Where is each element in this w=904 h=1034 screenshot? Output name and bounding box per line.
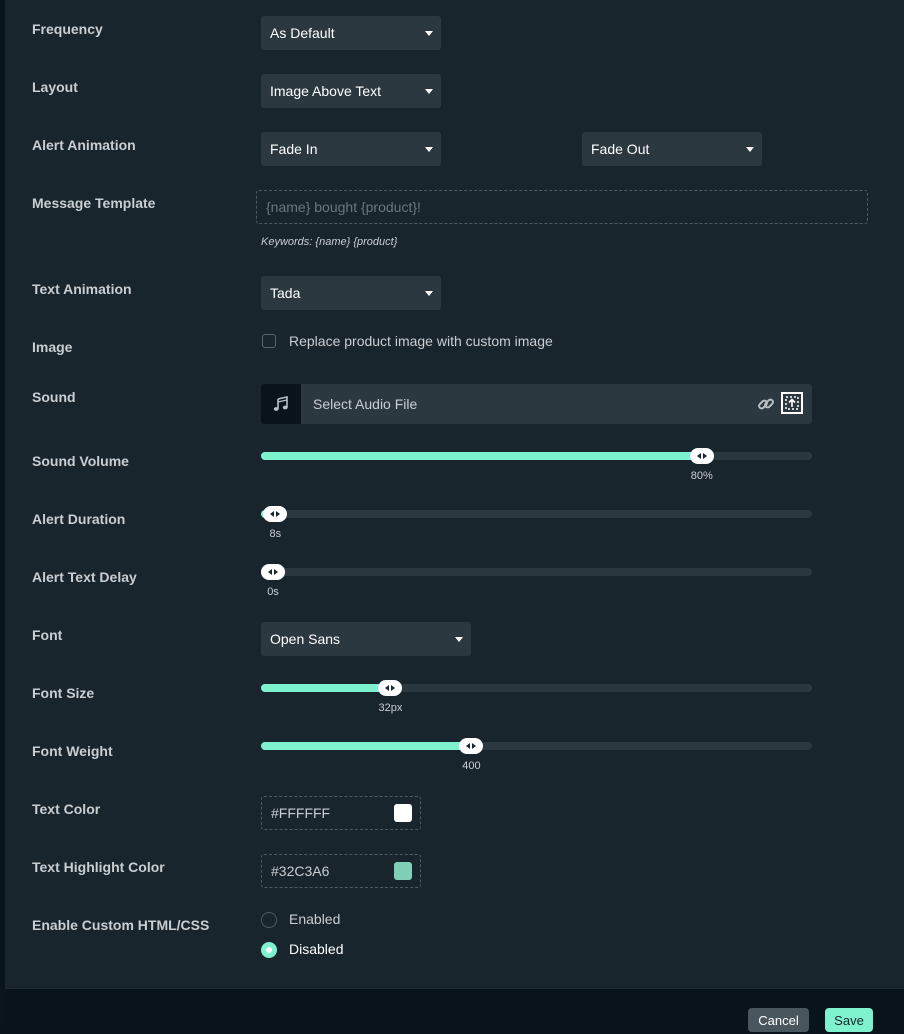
radio-disabled-label[interactable]: Disabled	[289, 941, 343, 957]
caret-down-icon	[455, 637, 463, 642]
cancel-button[interactable]: Cancel	[748, 1008, 809, 1032]
sound-placeholder: Select Audio File	[313, 396, 418, 412]
label-text-highlight-color: Text Highlight Color	[32, 859, 165, 875]
text-highlight-color-swatch[interactable]	[394, 862, 412, 880]
animation-in-select-value: Fade In	[270, 141, 318, 157]
music-note-icon	[261, 384, 301, 424]
slider-thumb[interactable]	[261, 564, 285, 580]
label-layout: Layout	[32, 79, 78, 95]
message-template-input[interactable]: {name} bought {product}!	[256, 190, 868, 224]
save-button[interactable]: Save	[825, 1008, 873, 1032]
slider-thumb[interactable]	[378, 680, 403, 696]
label-font: Font	[32, 627, 63, 643]
text-animation-select[interactable]: Tada	[261, 276, 441, 310]
alert-settings-panel	[5, 0, 904, 988]
label-custom-html-css: Enable Custom HTML/CSS	[32, 917, 210, 933]
slider-fill	[261, 742, 472, 750]
animation-in-select[interactable]: Fade In	[261, 132, 441, 166]
frequency-select-value: As Default	[270, 25, 335, 41]
label-font-size: Font Size	[32, 685, 95, 701]
text-highlight-color-input[interactable]: #32C3A6	[261, 854, 421, 888]
caret-down-icon	[425, 31, 433, 36]
text-color-input[interactable]: #FFFFFF	[261, 796, 421, 830]
slider-value: 400	[462, 760, 481, 772]
label-text-animation: Text Animation	[32, 281, 132, 297]
caret-down-icon	[425, 89, 433, 94]
slider-thumb[interactable]	[459, 738, 484, 754]
upload-icon[interactable]	[781, 392, 803, 419]
radio-enabled-label[interactable]: Enabled	[289, 911, 340, 927]
font-weight-slider[interactable]: 400	[261, 738, 812, 772]
slider-value: 80%	[690, 470, 713, 482]
layout-select[interactable]: Image Above Text	[261, 74, 441, 108]
caret-down-icon	[425, 147, 433, 152]
label-alert-animation: Alert Animation	[32, 137, 136, 153]
custom-image-checkbox-label[interactable]: Replace product image with custom image	[289, 333, 553, 349]
animation-out-select[interactable]: Fade Out	[582, 132, 762, 166]
font-size-slider[interactable]: 32px	[261, 680, 812, 714]
label-message-template: Message Template	[32, 195, 156, 211]
label-alert-duration: Alert Duration	[32, 511, 126, 527]
slider-value: 32px	[378, 702, 403, 714]
caret-down-icon	[425, 291, 433, 296]
text-color-value: #FFFFFF	[271, 805, 331, 821]
font-select-value: Open Sans	[270, 631, 341, 647]
slider-value: 8s	[269, 528, 282, 540]
label-image: Image	[32, 339, 73, 355]
slider-value: 0s	[267, 586, 279, 598]
sound-file-picker[interactable]: Select Audio File	[261, 384, 812, 424]
frequency-select[interactable]: As Default	[261, 16, 441, 50]
label-font-weight: Font Weight	[32, 743, 113, 759]
label-frequency: Frequency	[32, 21, 103, 37]
font-select[interactable]: Open Sans	[261, 622, 471, 656]
alert-duration-slider[interactable]: 8s	[261, 506, 812, 540]
link-icon[interactable]	[757, 395, 775, 418]
label-sound: Sound	[32, 389, 76, 405]
text-color-swatch[interactable]	[394, 804, 412, 822]
animation-out-select-value: Fade Out	[591, 141, 650, 157]
alert-text-delay-slider[interactable]: 0s	[261, 564, 812, 598]
slider-fill	[261, 684, 391, 692]
slider-thumb[interactable]	[263, 506, 288, 522]
keywords-hint: Keywords: {name} {product}	[261, 236, 398, 248]
layout-select-value: Image Above Text	[270, 83, 382, 99]
sound-volume-slider[interactable]: 80%	[261, 448, 812, 482]
label-text-color: Text Color	[32, 801, 101, 817]
message-template-placeholder: {name} bought {product}!	[266, 199, 421, 215]
caret-down-icon	[746, 147, 754, 152]
text-animation-select-value: Tada	[270, 285, 301, 301]
radio-enabled[interactable]	[261, 912, 277, 928]
custom-image-checkbox[interactable]	[262, 334, 276, 348]
text-highlight-color-value: #32C3A6	[271, 863, 330, 879]
label-alert-text-delay: Alert Text Delay	[32, 569, 137, 585]
slider-fill	[261, 452, 702, 460]
label-sound-volume: Sound Volume	[32, 453, 129, 469]
radio-disabled[interactable]	[261, 942, 277, 958]
slider-thumb[interactable]	[689, 448, 714, 464]
